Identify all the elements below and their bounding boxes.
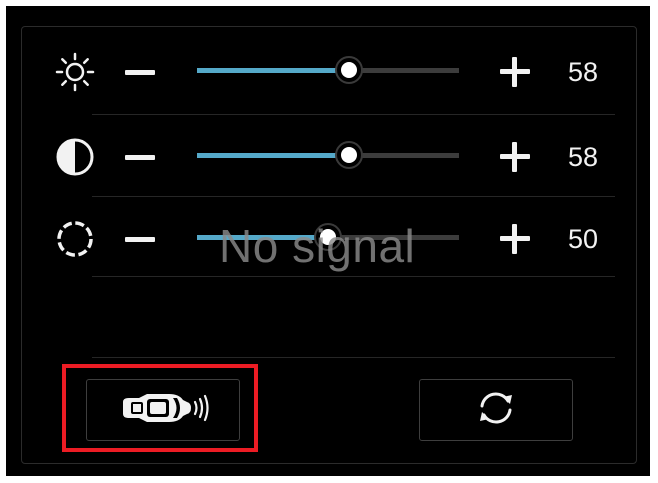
slider-thumb[interactable] bbox=[334, 141, 363, 169]
divider bbox=[92, 114, 615, 115]
contrast-increase-button[interactable] bbox=[498, 140, 532, 174]
reset-button[interactable] bbox=[419, 379, 573, 441]
brightness-slider[interactable] bbox=[197, 56, 459, 84]
contrast-slider[interactable] bbox=[197, 141, 459, 169]
saturation-row: 50 bbox=[0, 204, 658, 274]
saturation-decrease-button[interactable] bbox=[124, 219, 156, 259]
divider bbox=[92, 276, 615, 277]
brightness-increase-button[interactable] bbox=[498, 55, 532, 89]
contrast-value: 58 bbox=[568, 142, 599, 172]
divider bbox=[92, 196, 615, 197]
saturation-slider[interactable] bbox=[197, 223, 459, 251]
contrast-decrease-button[interactable] bbox=[124, 137, 156, 177]
saturation-icon bbox=[55, 219, 95, 259]
brightness-value: 58 bbox=[568, 57, 599, 87]
slider-fill bbox=[197, 68, 349, 73]
saturation-increase-button[interactable] bbox=[498, 222, 532, 256]
brightness-decrease-button[interactable] bbox=[124, 52, 156, 92]
brightness-icon bbox=[55, 52, 95, 92]
brightness-row: 58 bbox=[0, 37, 658, 107]
saturation-value: 50 bbox=[568, 224, 599, 254]
slider-fill bbox=[197, 153, 349, 158]
highlight-box bbox=[62, 364, 258, 452]
slider-thumb[interactable] bbox=[334, 56, 363, 84]
slider-fill bbox=[197, 235, 328, 240]
refresh-icon bbox=[473, 385, 519, 436]
divider bbox=[92, 357, 615, 358]
contrast-icon bbox=[55, 137, 95, 177]
contrast-row: 58 bbox=[0, 122, 658, 192]
slider-thumb[interactable] bbox=[314, 223, 342, 251]
